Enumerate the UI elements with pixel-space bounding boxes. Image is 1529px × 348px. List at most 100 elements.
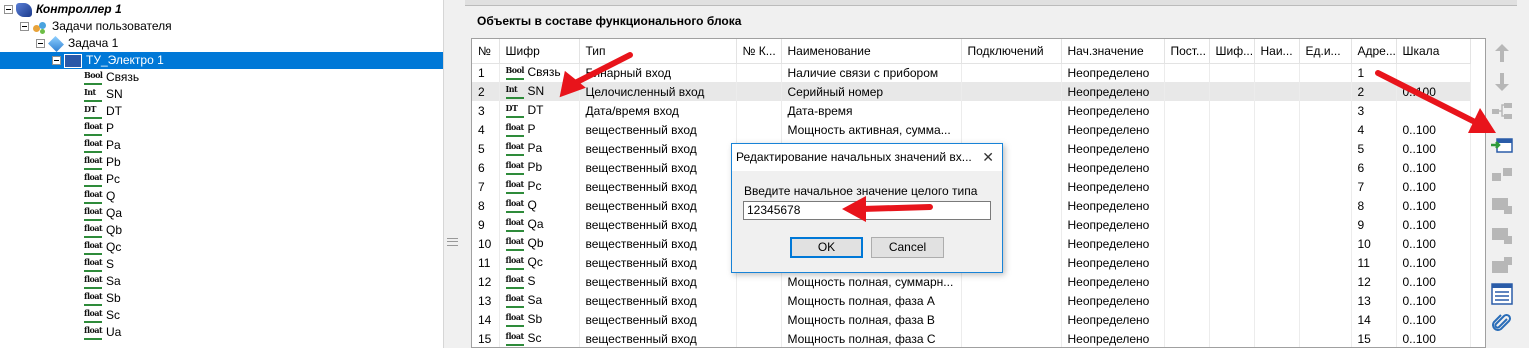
tree-node-variable[interactable]: float Ua (84, 324, 121, 341)
cell-channel (736, 120, 782, 139)
column-header[interactable]: Нач.значение (1061, 39, 1165, 64)
column-header[interactable]: Подключений (961, 39, 1062, 64)
variable-type-icon: float (84, 155, 103, 170)
project-tree[interactable]: Контроллер 1 Задачи пользователя Задача … (0, 0, 443, 348)
tree-node-task[interactable]: Задача 1 (36, 35, 118, 52)
cell-initial-value: Неопределено (1061, 291, 1165, 310)
variable-type-icon: DT (84, 104, 102, 119)
column-header[interactable]: Адре... (1351, 39, 1397, 64)
tree-node-variable[interactable]: float Sb (84, 290, 121, 307)
tree-node-variable[interactable]: float Qa (84, 205, 122, 222)
collapse-icon[interactable] (4, 5, 13, 14)
cell-name2 (1254, 177, 1300, 196)
cell-post (1164, 234, 1210, 253)
tree-node-variable[interactable]: DT DT (84, 103, 122, 120)
splitter-grip-icon[interactable] (447, 238, 458, 246)
cell-connections (961, 63, 1062, 82)
cell-name2 (1254, 139, 1300, 158)
cancel-button[interactable]: Cancel (871, 237, 944, 258)
tree-node-variable[interactable]: float Sa (84, 273, 121, 290)
table-row[interactable]: 1 Bool Связь Бинарный вход Наличие связи с п… (472, 63, 1471, 82)
tree-node-label: Qa (106, 206, 123, 220)
column-header[interactable]: Тип (579, 39, 737, 64)
arrow-down-icon[interactable] (1491, 71, 1513, 93)
table-row[interactable]: 12 float Sвещественный вход Мощность полная… (472, 272, 1471, 291)
cell-cipher: float Pb (499, 158, 580, 177)
dialog-titlebar[interactable]: Редактирование начальных значений вх... … (732, 144, 1002, 171)
column-header[interactable]: Ед.и... (1299, 39, 1352, 64)
ok-button[interactable]: OK (790, 237, 863, 258)
cell-cipher2 (1209, 272, 1255, 291)
tree-node-label: Sa (106, 274, 121, 288)
table-row[interactable]: 3 DT DT Дата/время вход Дата-время Неопределе… (472, 101, 1471, 120)
import-initial-values-icon[interactable] (1491, 134, 1513, 156)
column-header[interactable]: Наи... (1254, 39, 1300, 64)
splitter[interactable] (443, 0, 461, 348)
block-icon[interactable] (1491, 225, 1513, 247)
variable-type-icon: float (84, 206, 103, 221)
close-icon[interactable]: ✕ (982, 144, 994, 171)
cell-name2 (1254, 82, 1300, 101)
tree-link-icon[interactable] (1491, 100, 1513, 122)
cell-channel (736, 291, 782, 310)
collapse-icon[interactable] (52, 56, 61, 65)
column-header[interactable]: Шифр (499, 39, 580, 64)
cell-address: 1 (1351, 63, 1397, 82)
tree-node-function-block[interactable]: ТУ_Электро 1 (0, 52, 443, 69)
paperclip-icon[interactable] (1491, 312, 1513, 334)
cell-address: 8 (1351, 196, 1397, 215)
cell-address: 2 (1351, 82, 1397, 101)
table-row[interactable]: 2 Int SN Целочисленный вход Серийный номер Не… (472, 82, 1471, 101)
link-icon[interactable] (1491, 164, 1513, 186)
table-row[interactable]: 13 float Sa вещественный вход Мощность полна… (472, 291, 1471, 310)
tree-node-variable[interactable]: Int SN (84, 86, 123, 103)
arrow-up-icon[interactable] (1491, 42, 1513, 64)
cell-cipher: float Sb (499, 310, 580, 329)
cell-cipher2 (1209, 291, 1255, 310)
column-header[interactable]: Наименование (781, 39, 962, 64)
cell-post (1164, 101, 1210, 120)
cell-post (1164, 329, 1210, 347)
column-header[interactable]: № (472, 39, 500, 64)
column-header[interactable]: Пост... (1164, 39, 1210, 64)
cell-post (1164, 215, 1210, 234)
cell-cipher: float Pc (499, 177, 580, 196)
table-row[interactable]: 14 float Sb вещественный вход Мощность полна… (472, 310, 1471, 329)
tree-node-variable[interactable]: float Q (84, 188, 115, 205)
cell-number: 3 (472, 101, 500, 120)
cell-scale: 0..100 (1396, 329, 1471, 347)
block-icon[interactable] (1491, 195, 1513, 217)
collapse-icon[interactable] (36, 39, 45, 48)
tree-node-user-tasks[interactable]: Задачи пользователя (20, 18, 172, 35)
function-block-icon (64, 53, 82, 68)
list-icon[interactable] (1491, 283, 1513, 305)
tree-node-controller[interactable]: Контроллер 1 (4, 1, 122, 18)
table-row[interactable]: 4 float Pвещественный вход Мощность активна… (472, 120, 1471, 139)
cell-name: Наличие связи с прибором (781, 63, 962, 82)
tree-node-variable[interactable]: float Qc (84, 239, 121, 256)
tree-node-variable[interactable]: Bool Связь (84, 69, 139, 86)
cipher-text: Sb (527, 312, 543, 327)
cell-type: вещественный вход (579, 139, 737, 158)
cell-channel (736, 63, 782, 82)
collapse-icon[interactable] (20, 22, 29, 31)
block-icon[interactable] (1491, 254, 1513, 276)
tree-node-variable[interactable]: float Qb (84, 222, 122, 239)
tree-node-variable[interactable]: float S (84, 256, 114, 273)
variable-type-icon: float (84, 308, 103, 323)
tree-node-variable[interactable]: float P (84, 120, 114, 137)
tree-node-variable[interactable]: float Sc (84, 307, 120, 324)
column-header[interactable]: Шиф... (1209, 39, 1255, 64)
tree-node-variable[interactable]: float Pc (84, 171, 120, 188)
table-row[interactable]: 15 float Sc вещественный вход Мощность полна… (472, 329, 1471, 347)
cell-initial-value: Неопределено (1061, 310, 1165, 329)
cell-address: 6 (1351, 158, 1397, 177)
tree-node-variable[interactable]: float Pa (84, 137, 121, 154)
cell-name2 (1254, 101, 1300, 120)
initial-value-input[interactable]: 12345678 (743, 201, 991, 220)
tree-node-variable[interactable]: float Pb (84, 154, 121, 171)
column-header[interactable]: Шкала (1396, 39, 1471, 64)
cell-address: 10 (1351, 234, 1397, 253)
variable-type-icon: Int (84, 87, 102, 102)
column-header[interactable]: № К... (736, 39, 782, 64)
